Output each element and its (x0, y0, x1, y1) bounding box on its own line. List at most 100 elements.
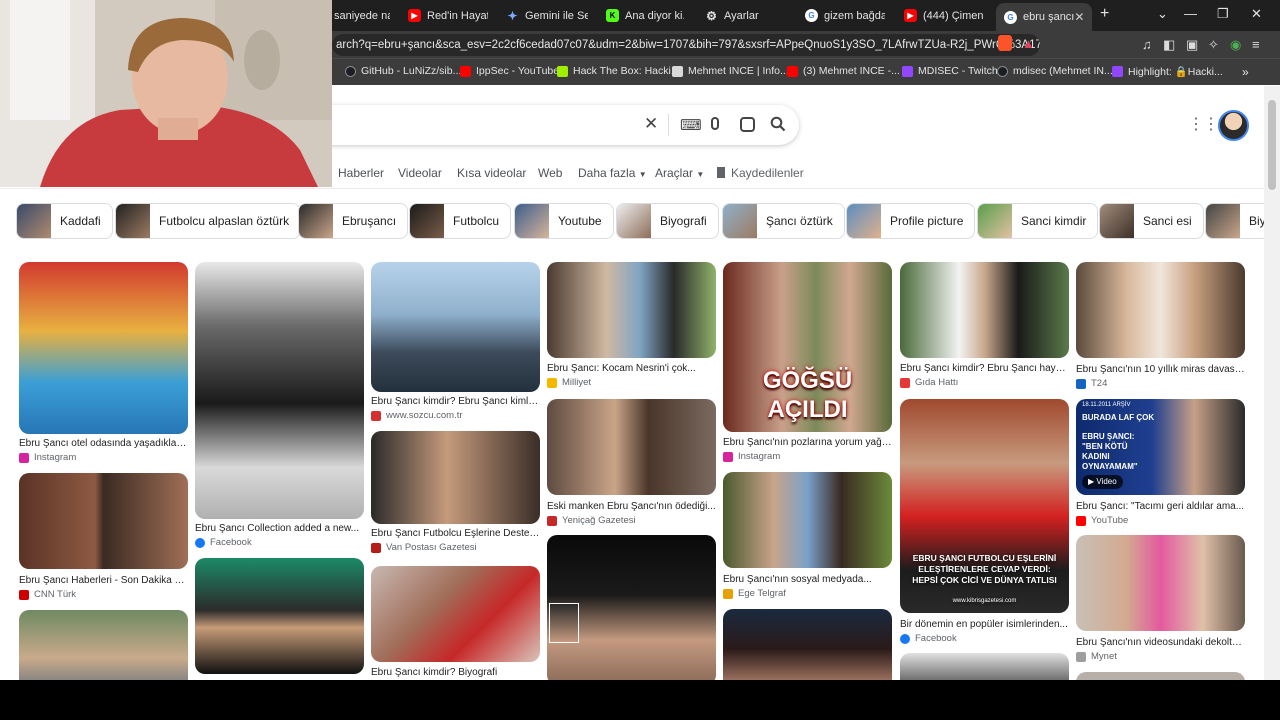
result-thumbnail (371, 566, 540, 662)
chip-label: Sanci kimdir (1021, 214, 1087, 228)
browser-tab[interactable]: K Ana diyor ki... (606, 3, 684, 28)
thumbnail-overlay-text: GÖĞSÜ AÇILDI (762, 367, 853, 423)
account-avatar[interactable] (1218, 110, 1249, 141)
tab-haberler[interactable]: Haberler (338, 166, 384, 180)
chip[interactable]: Futbolcu alpaslan öztürk (115, 203, 302, 239)
minimize-icon[interactable]: — (1184, 6, 1197, 21)
scrollbar-thumb[interactable] (1268, 100, 1276, 190)
leo-icon[interactable]: ✧ (1208, 37, 1219, 53)
chip[interactable]: Ebruşancı (298, 203, 409, 239)
clear-search-icon[interactable]: ✕ (644, 114, 658, 134)
chip-thumbnail (978, 204, 1012, 238)
result-source: Van Postası Gazetesi (371, 542, 540, 553)
bookmark-item[interactable]: MDISEC - Twitch (902, 65, 998, 77)
bookmark-item[interactable]: IppSec - YouTube (460, 65, 559, 77)
bookmark-item[interactable]: Mehmet INCE | Info... (672, 65, 789, 77)
bookmark-item[interactable]: mdisec (Mehmet IN... (997, 65, 1113, 77)
chip-label: Biyografi (660, 214, 707, 228)
wallet-icon[interactable]: ▣ (1186, 37, 1198, 53)
result-source-label: Gıda Hattı (915, 377, 959, 388)
chip[interactable]: Futbolcu (409, 203, 512, 239)
bookmark-icon (717, 167, 725, 178)
bookmark-item[interactable]: Highlight: 🔒Hacki... (1112, 65, 1223, 78)
brave-rewards-icon[interactable]: ▲ (1022, 36, 1035, 51)
tab-title: Ana diyor ki... (625, 9, 684, 22)
vanpostasi-icon (371, 542, 381, 553)
result-source: Facebook (195, 537, 364, 548)
tab-videolar[interactable]: Videolar (398, 166, 442, 180)
search-icon[interactable] (770, 116, 786, 132)
more-bookmarks-icon[interactable]: » (1242, 65, 1249, 79)
media-icon[interactable]: ♫ (1142, 37, 1152, 52)
result-caption: Eski manken Ebru Şancı'nın ödediği... (547, 501, 716, 512)
result-caption: Ebru Şancı'nın videosundaki dekolte... (1076, 637, 1245, 648)
result-thumbnail (547, 399, 716, 495)
chip-thumbnail (617, 204, 651, 238)
close-tab-icon[interactable]: ✕ (1074, 10, 1084, 24)
tab-kisa-videolar[interactable]: Kısa videolar (457, 166, 526, 180)
result-caption: Ebru Şancı Futbolcu Eşlerine Destek... (371, 528, 540, 539)
vpn-icon[interactable]: ◉ (1230, 37, 1241, 53)
bookmark-item[interactable]: GitHub - LuNiZz/sib... (345, 65, 461, 77)
chip-thumbnail (299, 204, 333, 238)
microphone-icon[interactable] (711, 117, 719, 130)
chip[interactable]: Şancı öztürk (722, 203, 845, 239)
result-source: www.sozcu.com.tr (371, 410, 540, 421)
result-source: Yeniçağ Gazetesi (547, 515, 716, 526)
bookmark-label: Highlight: 🔒Hacki... (1128, 66, 1223, 78)
result-thumbnail (371, 262, 540, 392)
browser-tab[interactable]: ▶ Red'in Hayatını (408, 3, 488, 28)
tab-web[interactable]: Web (538, 166, 562, 180)
browser-tab[interactable]: saniyede nası (334, 3, 390, 28)
url-field[interactable]: arch?q=ebru+şancı&sca_esv=2c2cf6cedad07c… (332, 34, 1040, 56)
chip[interactable]: Sanci esi (1099, 203, 1204, 239)
close-window-icon[interactable]: ✕ (1251, 6, 1262, 22)
tab-daha-fazla[interactable]: Daha fazla ▼ (578, 166, 647, 180)
result-caption: Ebru Şancı'nın sosyal medyada... (723, 574, 872, 585)
github-icon (997, 65, 1008, 77)
search-box[interactable]: ✕ ⌨ (300, 105, 799, 145)
lens-icon[interactable] (740, 117, 755, 132)
tab-kaydedilenler[interactable]: Kaydedilenler (717, 166, 804, 180)
chip[interactable]: Profile picture (846, 203, 976, 239)
result-thumbnail (19, 610, 188, 680)
result-thumbnail (19, 262, 188, 434)
page-scrollbar[interactable] (1264, 86, 1280, 680)
result-source: CNN Türk (19, 589, 188, 600)
browser-tab-active[interactable]: Gebru şancı ✕ (996, 3, 1092, 31)
github-icon (345, 65, 356, 77)
result-thumbnail (1076, 535, 1245, 631)
chip-thumbnail (723, 204, 757, 238)
menu-icon[interactable]: ≡ (1252, 37, 1260, 52)
chip[interactable]: Sanci kimdir (977, 203, 1099, 239)
result-thumbnail (1076, 672, 1245, 680)
tab-title: Red'in Hayatını (427, 9, 488, 22)
browser-tab[interactable]: ⚙ Ayarlar (705, 3, 775, 28)
keyboard-icon[interactable]: ⌨ (680, 116, 702, 134)
milliyet-icon (547, 377, 557, 388)
suggestion-chips: Kaddafi Futbolcu alpaslan öztürk Ebruşan… (0, 203, 1264, 241)
result-source: Instagram (723, 451, 892, 462)
chip-thumbnail (17, 204, 51, 238)
browser-tab[interactable]: ▶ (444) Çimen Yo (904, 3, 984, 28)
chip[interactable]: Biy (1205, 203, 1264, 239)
tab-search-icon[interactable]: ⌄ (1157, 6, 1168, 22)
bookmark-label: GitHub - LuNiZz/sib... (361, 65, 462, 77)
chip[interactable]: Youtube (514, 203, 614, 239)
tab-araclar[interactable]: Araçlar ▼ (655, 166, 704, 180)
chip[interactable]: Biyografi (616, 203, 719, 239)
result-source: Gıda Hattı (900, 377, 1069, 388)
bookmark-item[interactable]: (3) Mehmet INCE -... (787, 65, 900, 77)
maximize-icon[interactable]: ❐ (1217, 6, 1229, 22)
brave-shield-icon[interactable] (998, 35, 1012, 51)
result-caption: Ebru Şancı otel odasında yaşadıkları... (19, 438, 188, 449)
tab-title: Ayarlar (724, 9, 759, 22)
bookmark-item[interactable]: Hack The Box: Hacki... (557, 65, 680, 77)
yenicag-icon (547, 515, 557, 526)
chip[interactable]: Kaddafi (16, 203, 113, 239)
new-tab-icon[interactable]: + (1100, 5, 1109, 23)
sidebar-icon[interactable]: ◧ (1163, 37, 1175, 53)
browser-tab[interactable]: Ggizem bağdaçiç (805, 3, 885, 28)
result-source: Milliyet (547, 377, 716, 388)
browser-tab[interactable]: ✦ Gemini ile Sesli (506, 3, 588, 28)
